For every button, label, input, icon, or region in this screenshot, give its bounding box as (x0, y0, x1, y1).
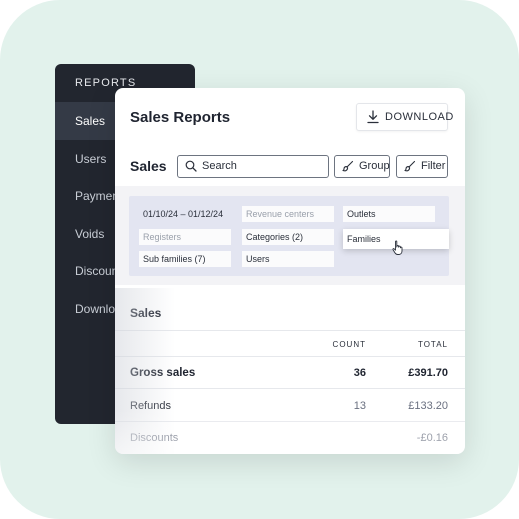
search-placeholder: Search (202, 160, 237, 172)
divider (115, 388, 465, 389)
download-icon (367, 110, 379, 124)
row-total: £133.20 (408, 400, 448, 412)
divider (115, 330, 465, 331)
registers-chip[interactable]: Registers (139, 229, 231, 245)
count-column-header: COUNT (332, 340, 366, 349)
total-column-header: TOTAL (417, 340, 448, 349)
section-title: Sales (130, 158, 167, 174)
group-button[interactable]: Group (334, 155, 390, 178)
download-button[interactable]: DOWNLOAD (356, 103, 453, 131)
row-count: 13 (353, 400, 366, 412)
search-input[interactable]: Search (177, 155, 329, 178)
search-icon (185, 160, 197, 172)
brush-icon (342, 160, 354, 172)
revenue-centers-chip[interactable]: Revenue centers (242, 206, 334, 222)
divider (115, 356, 465, 357)
filter-button[interactable]: Filter (396, 155, 448, 178)
sales-reports-card: Sales Reports DOWNLOAD Sales Search Grou… (115, 88, 465, 454)
row-label: Discounts (130, 432, 179, 444)
filter-panel: 01/10/24 – 01/12/24 Revenue centers Outl… (129, 196, 449, 276)
categories-chip[interactable]: Categories (2) (242, 229, 334, 245)
row-count: 36 (353, 367, 366, 379)
group-label: Group (359, 160, 390, 172)
outlets-chip[interactable]: Outlets (343, 206, 435, 222)
row-label: Gross sales (130, 367, 196, 379)
row-total: £391.70 (408, 367, 448, 379)
row-total: -£0.16 (416, 432, 448, 444)
filter-area: 01/10/24 – 01/12/24 Revenue centers Outl… (115, 186, 465, 285)
divider (115, 421, 465, 422)
sidebar-item-label: Users (75, 152, 107, 166)
sidebar-item-label: Sales (75, 114, 106, 128)
hand-cursor-icon (392, 240, 403, 255)
download-label: DOWNLOAD (385, 111, 454, 123)
sidebar-item-label: Voids (75, 227, 105, 241)
date-range-chip[interactable]: 01/10/24 – 01/12/24 (139, 206, 231, 222)
row-label: Refunds (130, 400, 171, 412)
page-title: Sales Reports (130, 109, 231, 126)
sub-families-chip[interactable]: Sub families (7) (139, 251, 231, 267)
sales-table-title: Sales (130, 306, 162, 320)
users-chip[interactable]: Users (242, 251, 334, 267)
background: REPORTS Sales Users Payments Voids Disco… (0, 0, 519, 519)
brush-icon (404, 160, 416, 172)
filter-label: Filter (421, 160, 446, 172)
